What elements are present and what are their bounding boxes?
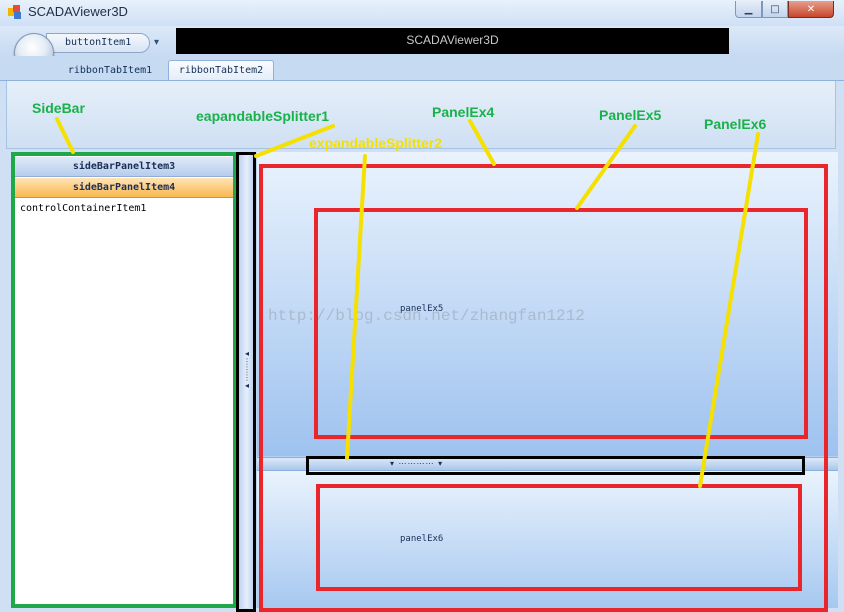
minimize-button[interactable]: ▁ xyxy=(735,1,762,18)
annotation-sidebar-box xyxy=(11,152,237,608)
annotation-label-panel6: PanelEx6 xyxy=(704,116,767,132)
ribbon-center-title: SCADAViewer3D xyxy=(406,33,499,47)
tab-ribbon-tab-item1[interactable]: ribbonTabItem1 xyxy=(60,60,160,80)
annotation-label-panel5: PanelEx5 xyxy=(599,107,662,123)
tab-ribbon-tab-item2[interactable]: ribbonTabItem2 xyxy=(168,60,274,80)
annotation-label-splitter1: eapandableSplitter1 xyxy=(196,108,330,124)
button-item1[interactable]: buttonItem1 xyxy=(65,37,131,48)
maximize-button[interactable]: □ xyxy=(762,1,788,18)
annotation-panel5-box xyxy=(314,208,808,439)
window-title: SCADAViewer3D xyxy=(28,4,128,19)
annotation-splitter1-box xyxy=(236,152,256,612)
app-icon xyxy=(8,5,21,19)
annotation-label-splitter2: expandableSplitter2 xyxy=(309,135,443,151)
close-button[interactable]: ✕ xyxy=(788,1,834,18)
annotation-label-sidebar: SideBar xyxy=(32,100,85,116)
annotation-panel6-box xyxy=(316,484,802,591)
annotation-label-panel4: PanelEx4 xyxy=(432,104,495,120)
chevron-down-icon[interactable]: ▾ xyxy=(154,37,159,48)
